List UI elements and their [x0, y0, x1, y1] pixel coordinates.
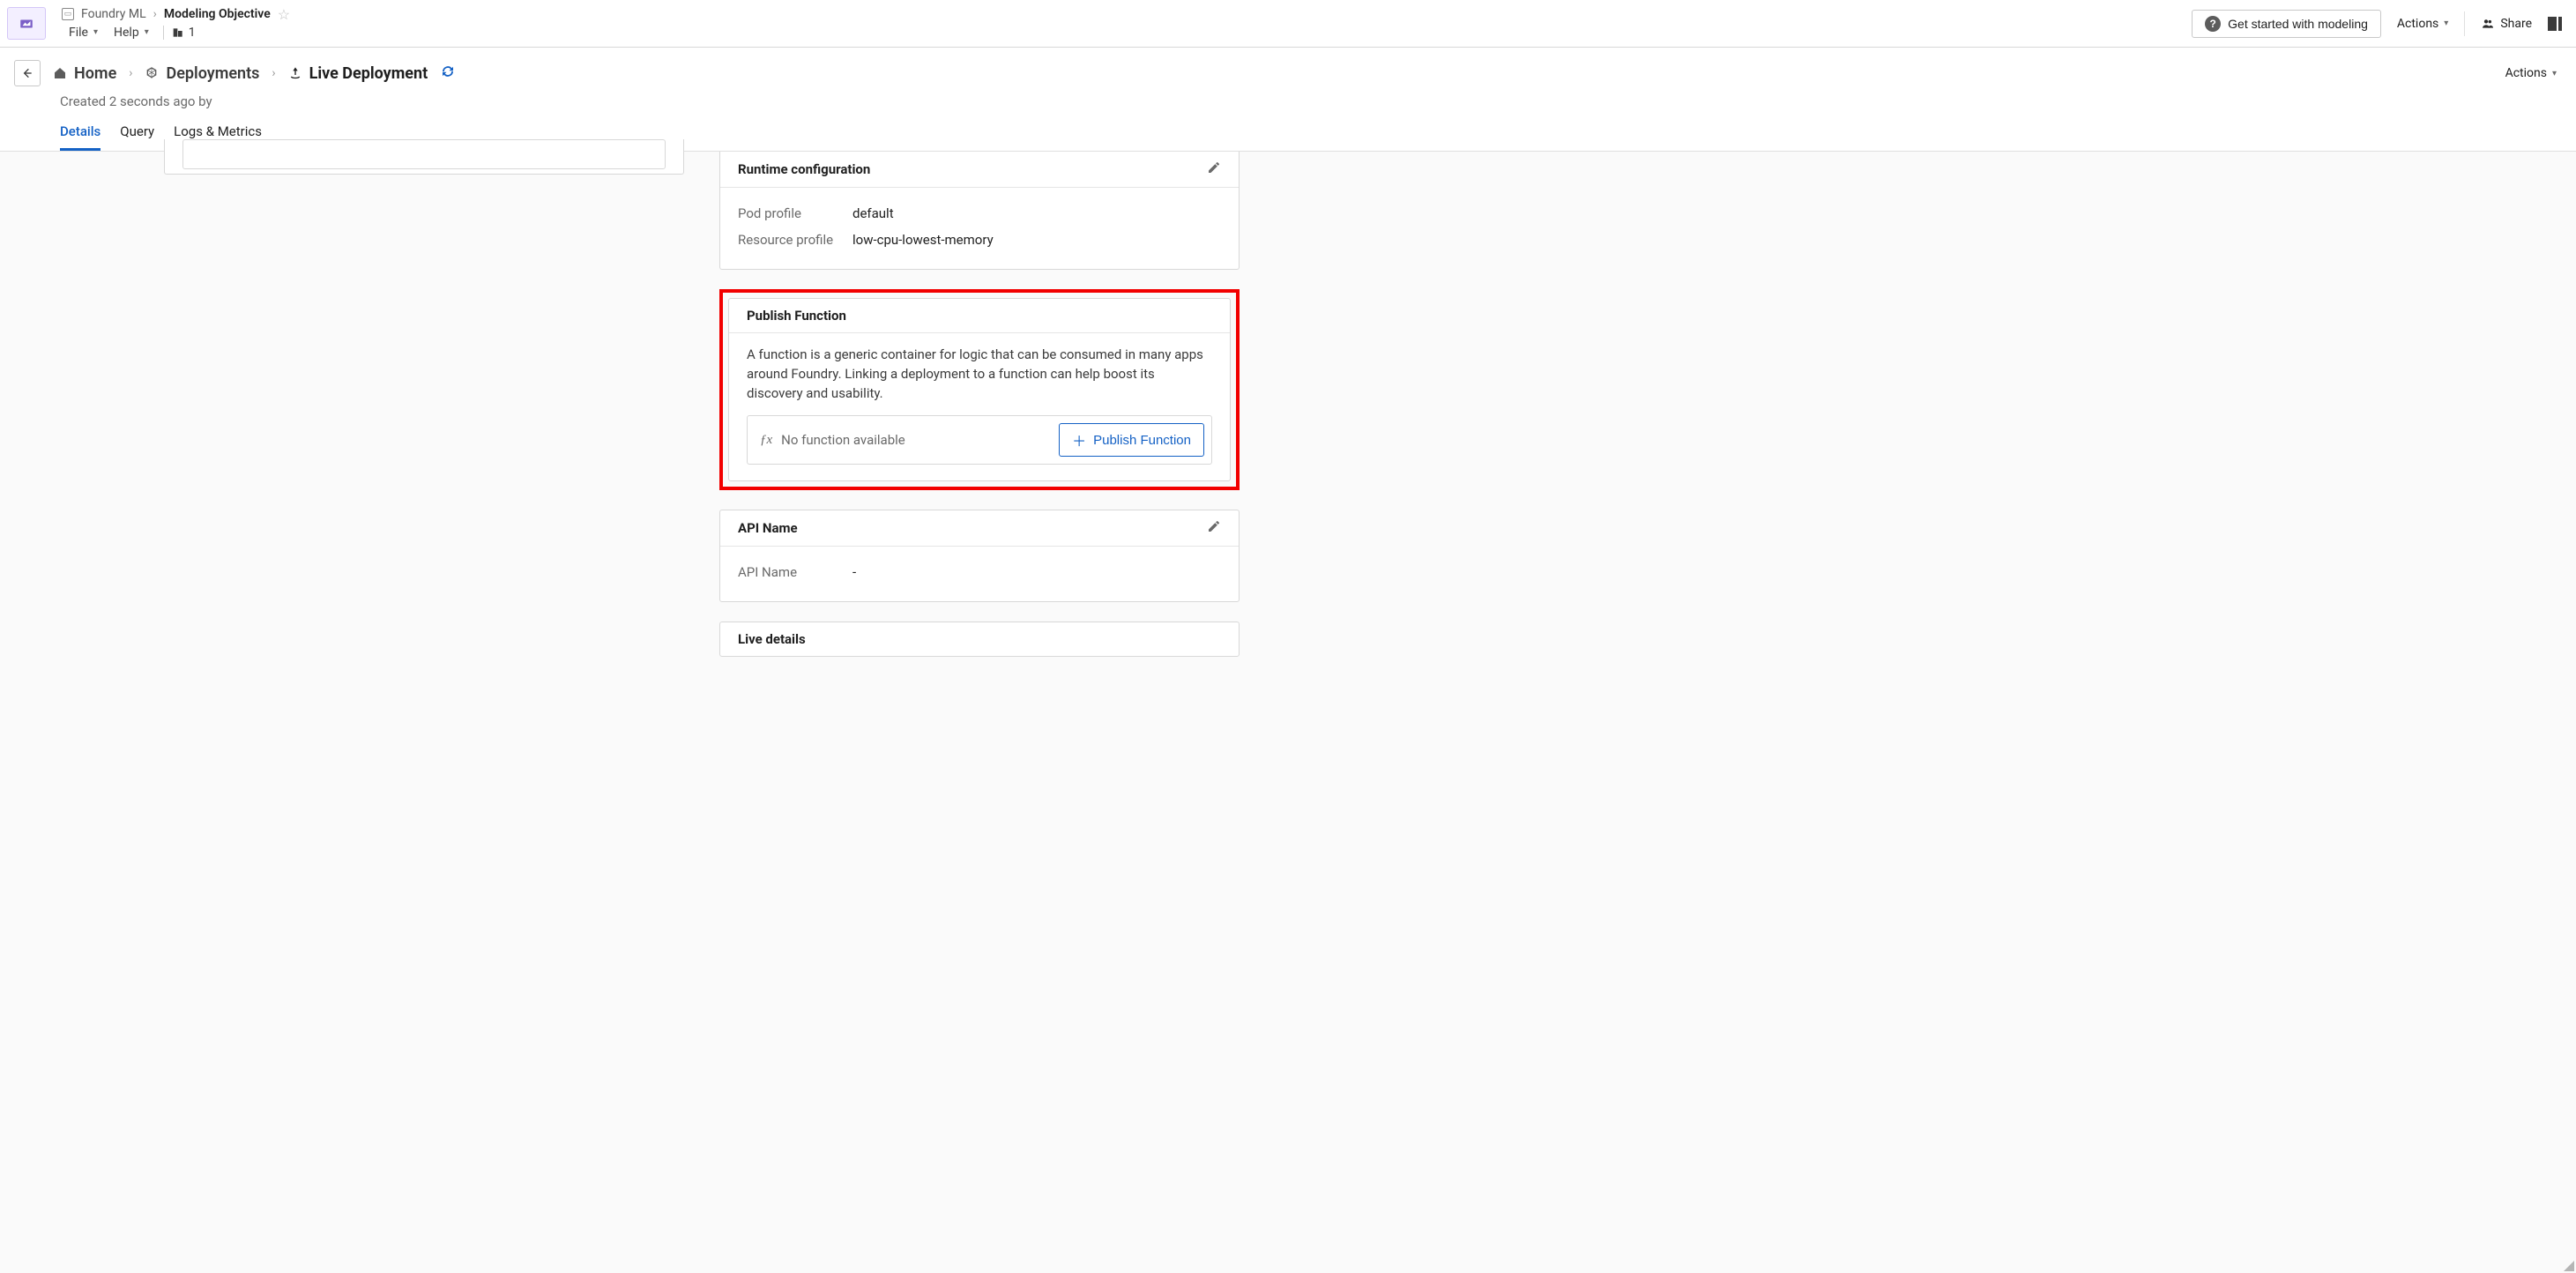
platform-bar: ▭ Foundry ML › Modeling Objective ☆ File… [0, 0, 2576, 48]
platform-mid: ▭ Foundry ML › Modeling Objective ☆ File… [46, 0, 2192, 47]
home-icon [53, 66, 67, 80]
panel-toggle-icon[interactable] [2548, 17, 2562, 31]
live-details-card: Live details [719, 622, 1240, 657]
help-circle-icon: ? [2205, 16, 2221, 32]
breadcrumb-home[interactable]: Home [53, 64, 116, 83]
breadcrumb-current: Live Deployment [288, 64, 428, 83]
presence-count: 1 [189, 26, 196, 40]
no-function-label: No function available [781, 432, 905, 448]
runtime-title: Runtime configuration [738, 161, 870, 177]
caret-down-icon: ▾ [2444, 19, 2448, 28]
api-name-card: API Name API Name - [719, 510, 1240, 602]
refresh-button[interactable] [440, 63, 456, 83]
page-breadcrumb-row: Home › Deployments › Live Deployment Act… [14, 60, 2562, 86]
breadcrumb-separator: › [129, 66, 132, 80]
resource-icon: ▭ [62, 8, 74, 20]
pod-profile-label: Pod profile [738, 205, 852, 221]
building-icon [171, 26, 185, 40]
platform-breadcrumb: ▭ Foundry ML › Modeling Objective ☆ [62, 6, 2192, 23]
tab-details[interactable]: Details [60, 123, 101, 151]
breadcrumb-current[interactable]: Modeling Objective [164, 7, 271, 21]
page-actions-label: Actions [2505, 66, 2547, 80]
breadcrumb-separator: › [272, 66, 275, 80]
publish-function-label: Publish Function [1093, 433, 1191, 448]
tab-query[interactable]: Query [120, 123, 154, 151]
page-header: Home › Deployments › Live Deployment Act… [0, 48, 2576, 152]
arrow-left-icon [20, 66, 34, 80]
breadcrumb-deployments-label: Deployments [166, 64, 259, 83]
left-column [164, 152, 684, 175]
breadcrumb-deployments[interactable]: Deployments [145, 64, 259, 83]
platform-menu: File ▾ Help ▾ 1 [62, 24, 2192, 41]
platform-right: ? Get started with modeling Actions ▾ Sh… [2192, 0, 2576, 47]
favorite-star-icon[interactable]: ☆ [278, 6, 290, 23]
left-input-placeholder [182, 139, 666, 169]
platform-actions-label: Actions [2397, 17, 2438, 31]
function-row: ƒx No function available ＋ Publish Funct… [747, 415, 1212, 465]
left-card-partial [164, 139, 684, 175]
right-column: Runtime configuration Pod profile defaul… [719, 152, 1240, 657]
edit-api-name-button[interactable] [1207, 519, 1221, 537]
pencil-icon [1207, 160, 1221, 175]
pencil-icon [1207, 519, 1221, 533]
menu-help[interactable]: Help ▾ [107, 24, 156, 41]
created-meta: Created 2 seconds ago by [60, 93, 2562, 109]
runtime-card: Runtime configuration Pod profile defaul… [719, 152, 1240, 270]
live-deploy-icon [288, 66, 302, 80]
breadcrumb-separator: › [153, 7, 157, 21]
publish-card: Publish Function A function is a generic… [728, 298, 1231, 481]
breadcrumb-parent[interactable]: Foundry ML [81, 7, 146, 21]
separator [163, 26, 164, 40]
people-icon [2481, 17, 2495, 31]
deploy-icon [145, 66, 159, 80]
share-button[interactable]: Share [2475, 13, 2537, 34]
refresh-icon [440, 63, 456, 79]
publish-description: A function is a generic container for lo… [747, 346, 1212, 403]
page-actions-menu[interactable]: Actions ▾ [2500, 63, 2562, 84]
content: Runtime configuration Pod profile defaul… [0, 152, 1375, 692]
plus-icon: ＋ [1072, 429, 1086, 450]
publish-highlight: Publish Function A function is a generic… [719, 289, 1240, 490]
get-started-button[interactable]: ? Get started with modeling [2192, 10, 2381, 38]
api-name-label: API Name [738, 564, 852, 580]
get-started-label: Get started with modeling [2228, 17, 2368, 31]
back-button[interactable] [14, 60, 41, 86]
pod-profile-value: default [852, 205, 894, 221]
fx-icon: ƒx [760, 433, 772, 448]
api-name-value: - [852, 564, 856, 580]
menu-file-label: File [69, 26, 88, 40]
api-name-row: API Name - [738, 559, 1221, 585]
share-label: Share [2500, 17, 2532, 31]
caret-down-icon: ▾ [145, 27, 149, 37]
api-name-title: API Name [738, 520, 798, 536]
pod-profile-row: Pod profile default [738, 200, 1221, 227]
resource-profile-row: Resource profile low-cpu-lowest-memory [738, 227, 1221, 253]
breadcrumb-home-label: Home [74, 64, 116, 83]
menu-help-label: Help [114, 26, 139, 40]
app-logo[interactable] [7, 7, 46, 40]
menu-file[interactable]: File ▾ [62, 24, 105, 41]
publish-title: Publish Function [747, 308, 846, 324]
edit-runtime-button[interactable] [1207, 160, 1221, 178]
presence-indicator[interactable]: 1 [171, 26, 196, 40]
resize-grip-icon[interactable] [2564, 1261, 2574, 1271]
live-details-title: Live details [738, 631, 806, 647]
separator [2464, 11, 2465, 36]
caret-down-icon: ▾ [2552, 69, 2557, 78]
function-status: ƒx No function available [760, 432, 905, 448]
breadcrumb-current-label: Live Deployment [309, 64, 428, 83]
publish-function-button[interactable]: ＋ Publish Function [1059, 423, 1204, 457]
caret-down-icon: ▾ [93, 27, 98, 37]
resource-profile-label: Resource profile [738, 232, 852, 248]
resource-profile-value: low-cpu-lowest-memory [852, 232, 994, 248]
platform-actions-menu[interactable]: Actions ▾ [2392, 13, 2453, 34]
